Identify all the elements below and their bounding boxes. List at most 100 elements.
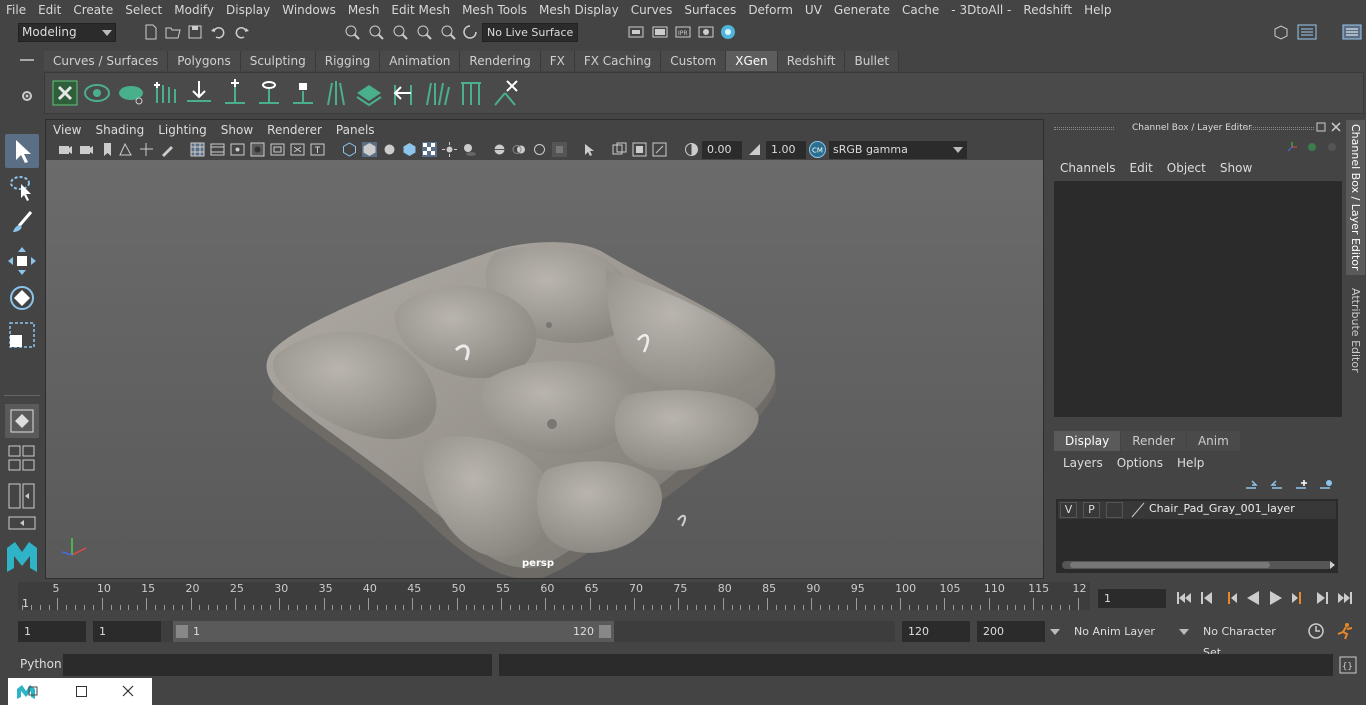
gamma-icon[interactable] — [747, 142, 762, 157]
tab-rendering[interactable]: Rendering — [460, 51, 541, 71]
end-frame-field[interactable]: 200 — [977, 621, 1045, 642]
start-frame-field[interactable]: 1 — [18, 621, 86, 642]
depth-of-field-icon[interactable] — [552, 142, 567, 157]
menu-item-redshift[interactable]: Redshift — [1017, 0, 1078, 20]
select-tool[interactable] — [5, 134, 39, 168]
layer-menu-options[interactable]: Options — [1117, 456, 1163, 470]
gamma-field[interactable]: 1.00 — [766, 141, 806, 159]
menu-item-generate[interactable]: Generate — [828, 0, 896, 20]
shelf-menu-icon[interactable] — [20, 59, 34, 61]
tab-display[interactable]: Display — [1054, 431, 1121, 451]
snap-grid-icon[interactable] — [416, 24, 432, 40]
step-back-icon[interactable] — [1198, 589, 1216, 607]
render-settings-icon[interactable] — [698, 24, 714, 40]
cushion-model[interactable] — [46, 160, 1043, 578]
xgen-add-guide-icon[interactable] — [221, 79, 249, 107]
image-plane-icon[interactable] — [118, 142, 133, 157]
motion-blur-icon[interactable] — [512, 142, 527, 157]
tab-bullet[interactable]: Bullet — [845, 51, 900, 71]
move-tool[interactable] — [5, 244, 39, 278]
menu-item-curves[interactable]: Curves — [625, 0, 679, 20]
lasso-tool[interactable] — [5, 170, 39, 204]
viewport-scene[interactable]: persp — [46, 160, 1043, 578]
new-layer-icon[interactable] — [1294, 478, 1310, 492]
menu-item-mesh[interactable]: Mesh — [342, 0, 386, 20]
layer-row[interactable]: V P Chair_Pad_Gray_001_layer — [1058, 501, 1336, 519]
tab-animation[interactable]: Animation — [380, 51, 461, 71]
channel-box-menu-show[interactable]: Show — [1220, 161, 1252, 175]
anim-layer-dropdown-toggle[interactable] — [1046, 621, 1066, 642]
camera-attributes-icon[interactable] — [79, 142, 94, 157]
manipulator-axes-icon[interactable] — [1286, 141, 1298, 153]
rotate-tool[interactable] — [5, 281, 39, 315]
menu-item-edit-mesh[interactable]: Edit Mesh — [385, 0, 456, 20]
menu-item-3dtoall[interactable]: - 3DtoAll - — [945, 0, 1017, 20]
tab-redshift[interactable]: Redshift — [777, 51, 846, 71]
xgen-editor-icon[interactable] — [51, 79, 79, 107]
focus-icon[interactable] — [652, 142, 667, 157]
xgen-clumping-icon[interactable] — [457, 79, 485, 107]
viewport-menu-lighting[interactable]: Lighting — [151, 123, 214, 137]
maximize-icon[interactable] — [76, 686, 87, 697]
tab-fx-caching[interactable]: FX Caching — [574, 51, 662, 71]
open-scene-icon[interactable] — [165, 24, 181, 40]
live-surface-field[interactable]: No Live Surface — [482, 23, 578, 42]
undo-icon[interactable] — [210, 24, 226, 40]
range-start-handle[interactable] — [176, 625, 188, 638]
step-forward-key-icon[interactable] — [1290, 589, 1308, 607]
command-input[interactable] — [63, 654, 492, 676]
layout-single-icon[interactable] — [8, 516, 36, 530]
workspace-icon[interactable] — [1273, 24, 1289, 40]
auto-key-icon[interactable] — [1307, 622, 1325, 640]
script-editor-icon[interactable]: {} — [1339, 656, 1357, 674]
toggle-panels-icon[interactable] — [1297, 24, 1317, 40]
menu-item-cache[interactable]: Cache — [896, 0, 945, 20]
layer-list-scrollbar[interactable] — [1062, 561, 1332, 569]
xgen-grass-icon[interactable] — [322, 79, 350, 107]
lock-channels-icon[interactable] — [1326, 141, 1338, 153]
select-hierarchy-icon[interactable] — [344, 24, 360, 40]
frame-selected-icon[interactable] — [632, 142, 647, 157]
key-icon[interactable] — [1306, 141, 1318, 153]
panel-drag-handle[interactable] — [1054, 127, 1114, 130]
gate-mask-icon[interactable] — [250, 142, 265, 157]
viewport-menu-panels[interactable]: Panels — [329, 123, 382, 137]
playback-end-field[interactable]: 120 — [902, 621, 970, 642]
toggle-channel-box-icon[interactable] — [1342, 24, 1362, 40]
xgen-delete-guide-icon[interactable] — [491, 79, 519, 107]
xray-icon[interactable] — [422, 142, 437, 157]
xgen-guides-icon[interactable] — [151, 79, 179, 107]
xgen-guide-sculpt-icon[interactable] — [255, 79, 283, 107]
tab-sculpting[interactable]: Sculpting — [240, 51, 316, 71]
grid-icon[interactable] — [190, 142, 205, 157]
resolution-gate-icon[interactable] — [230, 142, 245, 157]
layer-playback-toggle[interactable]: P — [1083, 502, 1100, 518]
bookmark-icon[interactable] — [100, 142, 115, 157]
menu-item-file[interactable]: File — [0, 0, 32, 20]
maya-window-icon[interactable] — [16, 684, 38, 700]
channel-box-menu-edit[interactable]: Edit — [1130, 161, 1153, 175]
tab-anim[interactable]: Anim — [1186, 431, 1240, 451]
select-object-icon[interactable] — [368, 24, 384, 40]
range-slider-bar[interactable]: 1 120 — [173, 621, 614, 642]
layout-grid-icon[interactable] — [8, 444, 36, 472]
exposure-field[interactable]: 0.00 — [702, 141, 742, 159]
field-chart-icon[interactable] — [270, 142, 285, 157]
grease-pencil-icon[interactable] — [160, 142, 175, 157]
viewport-menu-view[interactable]: View — [46, 123, 88, 137]
render-view-icon[interactable] — [652, 24, 668, 40]
range-end-handle[interactable] — [599, 625, 611, 638]
panel-drag-handle-right[interactable] — [1244, 127, 1314, 130]
playback-start-field[interactable]: 1 — [93, 621, 161, 642]
ipr-render-icon[interactable]: IPR — [675, 24, 691, 40]
xgen-density-icon[interactable] — [355, 79, 383, 107]
select-component-icon[interactable] — [392, 24, 408, 40]
save-scene-icon[interactable] — [187, 24, 203, 40]
minimized-window-bar[interactable] — [8, 678, 152, 705]
tab-custom[interactable]: Custom — [661, 51, 727, 71]
color-management-icon[interactable]: CM — [809, 141, 826, 158]
channel-box-list[interactable] — [1054, 181, 1342, 417]
close-icon[interactable] — [1331, 122, 1341, 132]
channel-box-menu-channels[interactable]: Channels — [1060, 161, 1116, 175]
menu-item-mesh-display[interactable]: Mesh Display — [533, 0, 625, 20]
